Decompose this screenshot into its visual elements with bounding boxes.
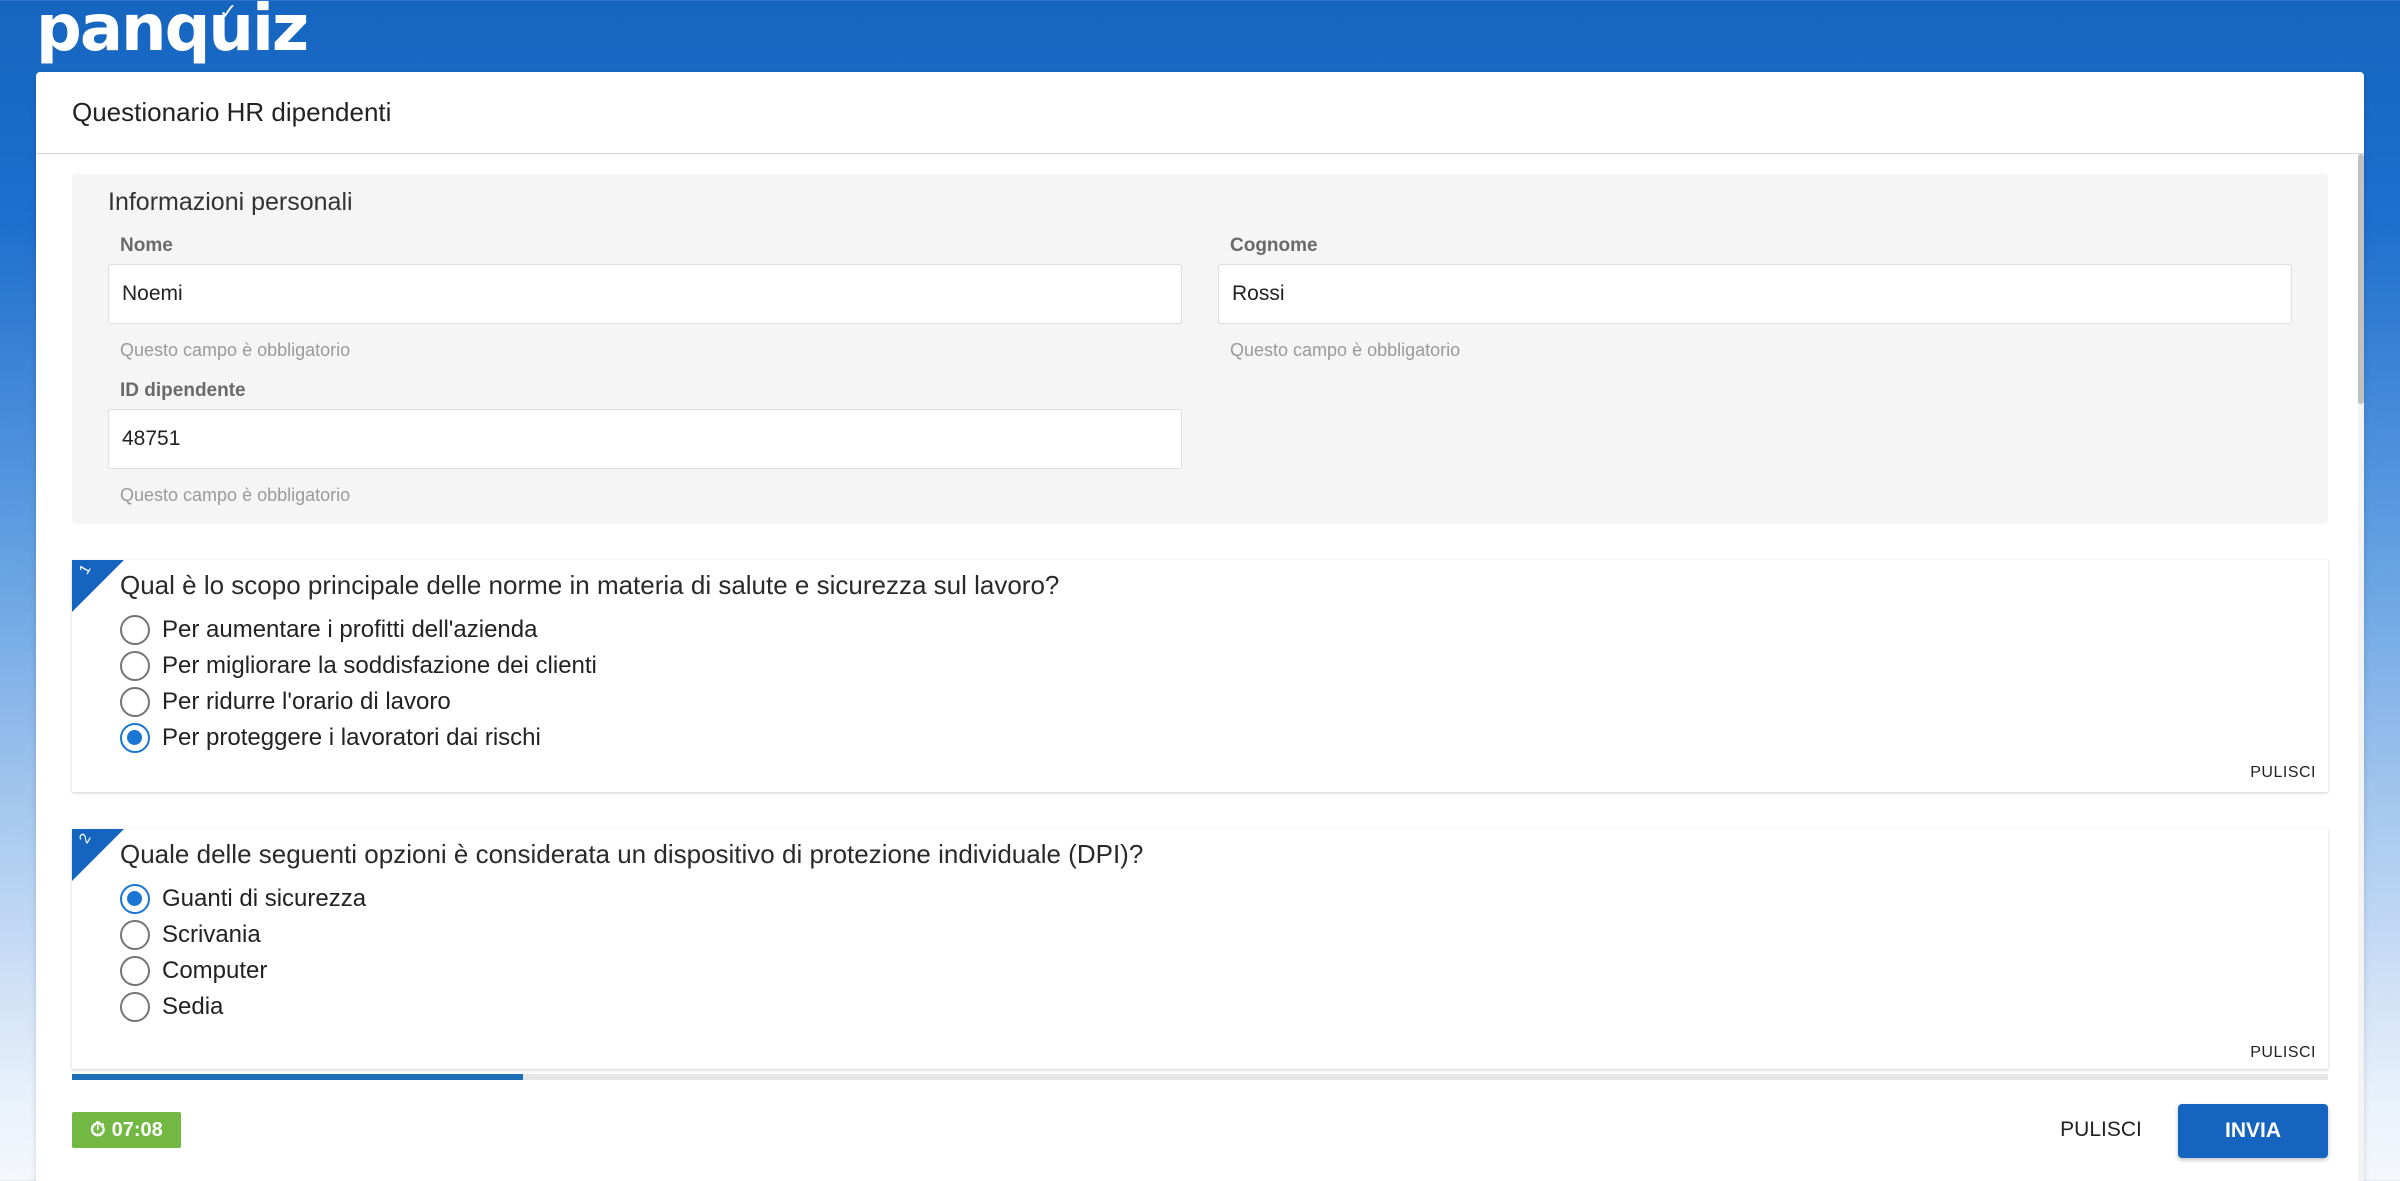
question-text: Quale delle seguenti opzioni è considera… xyxy=(120,839,1144,869)
radio-button[interactable] xyxy=(120,956,150,986)
radio-button[interactable] xyxy=(120,651,150,681)
personal-info-title: Informazioni personali xyxy=(108,188,353,216)
radio-button[interactable] xyxy=(120,615,150,645)
clear-answer-link[interactable]: PULISCI xyxy=(2250,764,2316,782)
answer-label: Guanti di sicurezza xyxy=(162,885,367,912)
quiz-title: Questionario HR dipendenti xyxy=(72,97,392,127)
first-name-hint: Questo campo è obbligatorio xyxy=(120,340,351,360)
radio-button[interactable] xyxy=(120,992,150,1022)
submit-button[interactable]: INVIA xyxy=(2178,1104,2328,1158)
answer-option[interactable]: Scrivania xyxy=(120,918,261,952)
last-name-hint: Questo campo è obbligatorio xyxy=(1230,340,1461,360)
answer-label: Per migliorare la soddisfazione dei clie… xyxy=(162,652,597,679)
last-name-input[interactable] xyxy=(1218,264,2292,324)
answer-label: Per aumentare i profitti dell'azienda xyxy=(162,616,538,643)
logo-check-icon: ✓ xyxy=(219,0,237,25)
first-name-input[interactable] xyxy=(108,264,1182,324)
answer-option[interactable]: Sedia xyxy=(120,990,223,1024)
answer-option[interactable]: Guanti di sicurezza xyxy=(120,882,366,916)
personal-info-section: Informazioni personali Nome Questo campo… xyxy=(72,174,2328,524)
answer-option[interactable]: Per aumentare i profitti dell'azienda xyxy=(120,613,537,647)
quiz-progress-fill xyxy=(72,1074,524,1080)
answer-option[interactable]: Per migliorare la soddisfazione dei clie… xyxy=(120,649,597,683)
radio-button[interactable] xyxy=(120,687,150,717)
answer-label: Per ridurre l'orario di lavoro xyxy=(162,688,451,715)
employee-id-input[interactable] xyxy=(108,409,1182,469)
answer-label: Per proteggere i lavoratori dai rischi xyxy=(162,724,541,751)
employee-id-label: ID dipendente xyxy=(120,380,246,401)
question-card-1: 1 Qual è lo scopo principale delle norme… xyxy=(72,560,2328,792)
answer-label: Sedia xyxy=(162,993,224,1020)
radio-button-selected[interactable] xyxy=(120,884,150,914)
question-card-2: 2 Quale delle seguenti opzioni è conside… xyxy=(72,829,2328,1069)
answer-option[interactable]: Computer xyxy=(120,954,267,988)
employee-id-hint: Questo campo è obbligatorio xyxy=(120,485,351,505)
clear-all-button[interactable]: PULISCI xyxy=(2046,1104,2156,1156)
answer-option[interactable]: Per proteggere i lavoratori dai rischi xyxy=(120,721,541,755)
panquiz-logo: panquiz ✓ xyxy=(36,0,309,66)
answer-label: Scrivania xyxy=(162,921,261,948)
logo-text: panquiz xyxy=(36,0,309,66)
answer-option[interactable]: Per ridurre l'orario di lavoro xyxy=(120,685,451,719)
last-name-label: Cognome xyxy=(1230,235,1318,256)
answer-label: Computer xyxy=(162,957,268,984)
stopwatch-icon: ⏱ xyxy=(90,1118,106,1141)
quiz-progress-bar xyxy=(72,1074,2328,1080)
quiz-card: Questionario HR dipendenti Informazioni … xyxy=(36,72,2364,1181)
scrollbar-thumb[interactable] xyxy=(2358,154,2364,404)
radio-button[interactable] xyxy=(120,920,150,950)
timer-value: 07:08 xyxy=(111,1118,163,1141)
card-header: Questionario HR dipendenti xyxy=(36,72,2364,154)
first-name-label: Nome xyxy=(120,235,173,256)
clear-answer-link[interactable]: PULISCI xyxy=(2250,1044,2316,1062)
timer-badge: ⏱ 07:08 xyxy=(72,1112,181,1148)
question-text: Qual è lo scopo principale delle norme i… xyxy=(120,570,1060,600)
radio-button-selected[interactable] xyxy=(120,723,150,753)
